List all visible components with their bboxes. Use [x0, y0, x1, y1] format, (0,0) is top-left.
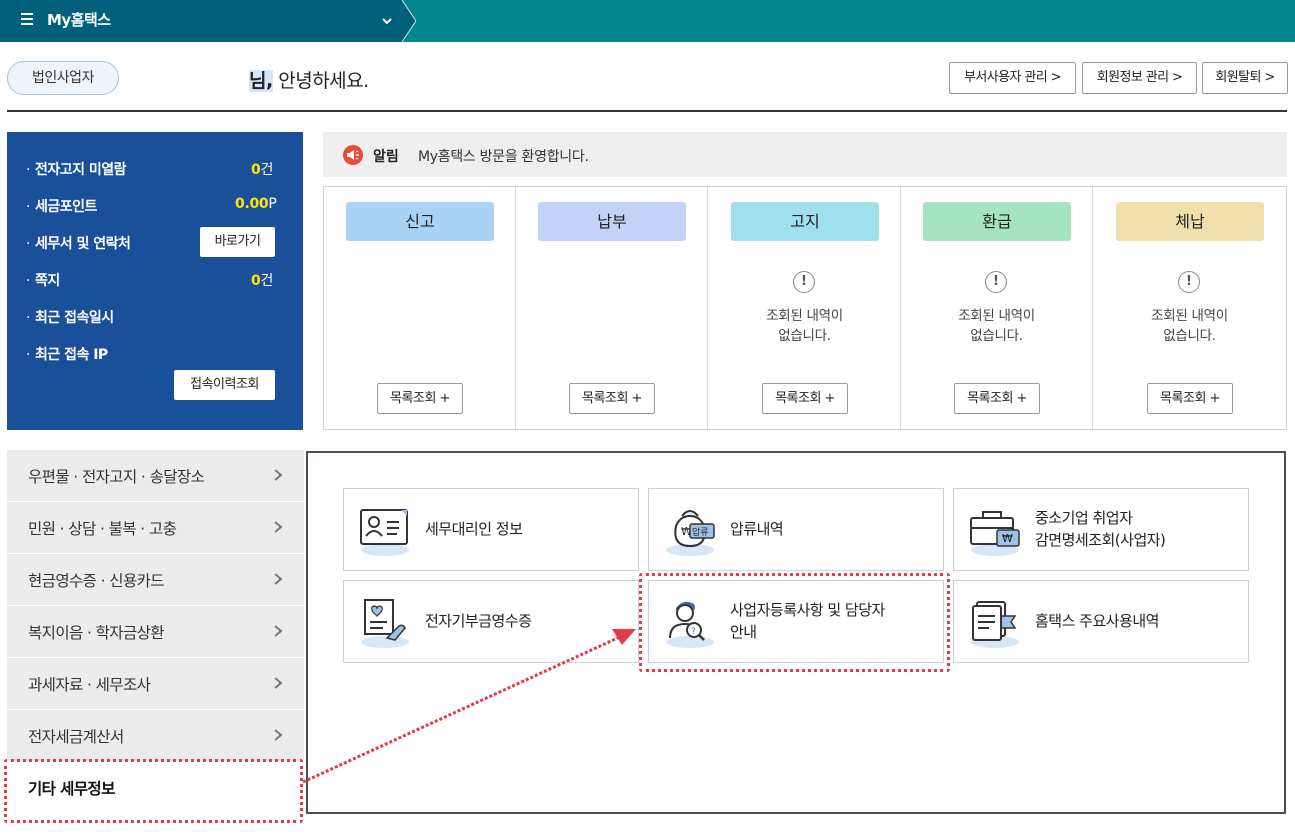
- card-sme-employment-reduction[interactable]: ₩ 중소기업 취업자 감면명세조회(사업자): [953, 488, 1249, 571]
- status-column-arrears: 체납 ! 조회된 내역이 없습니다. 목록조회 +: [1094, 187, 1286, 429]
- seizure-icon: ₩ 압류: [666, 510, 715, 556]
- status-header-arrears[interactable]: 체납: [1116, 202, 1264, 241]
- card-label: 전자기부금영수증: [425, 612, 532, 630]
- status-header-refund[interactable]: 환급: [923, 202, 1071, 241]
- corporate-business-badge: 법인사업자: [7, 61, 119, 95]
- employment-icon: ₩: [970, 511, 1020, 556]
- card-label-line1: 중소기업 취업자: [1035, 509, 1133, 527]
- list-view-button[interactable]: 목록조회 +: [1147, 383, 1233, 414]
- empty-message-line1: 조회된 내역이: [766, 308, 843, 324]
- last-login-ip-label: 최근 접속 IP: [26, 344, 108, 364]
- my-hometax-menu[interactable]: My홈택스: [0, 0, 402, 42]
- status-column-refund: 환급 ! 조회된 내역이 없습니다. 목록조회 +: [901, 187, 1093, 429]
- menu-item-cash-receipt[interactable]: 현금영수증 · 신용카드: [7, 554, 304, 606]
- svg-text:₩: ₩: [1002, 532, 1013, 545]
- status-column-payment: 납부 목록조회 +: [516, 187, 708, 429]
- withdraw-membership-button[interactable]: 회원탈퇴 >: [1202, 62, 1288, 94]
- chevron-down-icon[interactable]: [380, 14, 394, 28]
- svg-text:압류: 압류: [692, 526, 709, 538]
- top-nav-bar: My홈택스: [0, 0, 1295, 42]
- chevron-right-icon: [274, 677, 283, 689]
- exclamation-icon: !: [793, 271, 815, 293]
- unread-notice-count[interactable]: 0건: [251, 159, 273, 179]
- messages-count[interactable]: 0건: [251, 270, 273, 290]
- card-tax-agent-info[interactable]: 세무대리인 정보: [343, 488, 639, 571]
- exclamation-icon: !: [1178, 271, 1200, 293]
- donation-receipt-icon: [361, 599, 409, 648]
- empty-message-line1: 조회된 내역이: [958, 308, 1035, 324]
- usage-history-icon: [971, 601, 1019, 648]
- highlight-annotation-card: [639, 573, 950, 672]
- notice-label: 알림: [373, 149, 399, 165]
- card-label-line2: 감면명세조회(사업자): [1035, 531, 1166, 549]
- list-view-button[interactable]: 목록조회 +: [377, 383, 463, 414]
- department-user-manage-button[interactable]: 부서사용자 관리 >: [949, 62, 1076, 94]
- menu-item-mail-notice[interactable]: 우편물 · 전자고지 · 송달장소: [7, 450, 304, 502]
- empty-message-line2: 없습니다.: [1163, 328, 1216, 344]
- my-hometax-title[interactable]: My홈택스: [47, 9, 111, 30]
- go-to-tax-office-button[interactable]: 바로가기: [200, 227, 275, 257]
- exclamation-icon: !: [985, 271, 1007, 293]
- card-hometax-usage-history[interactable]: 홈택스 주요사용내역: [953, 580, 1249, 663]
- agent-info-icon: [360, 509, 409, 556]
- header-divider: [7, 110, 1287, 112]
- breadcrumb-separator-icon: [398, 0, 416, 42]
- status-header-payment[interactable]: 납부: [538, 202, 686, 241]
- menu-item-civil-petition[interactable]: 민원 · 상담 · 불복 · 고충: [7, 502, 304, 554]
- unread-notice-label: 전자고지 미열람: [26, 159, 127, 179]
- card-label: 세무대리인 정보: [425, 520, 523, 538]
- tax-point-label: 세금포인트: [26, 196, 97, 216]
- list-view-button[interactable]: 목록조회 +: [569, 383, 655, 414]
- chevron-right-icon: [274, 521, 283, 533]
- card-label: 압류내역: [730, 520, 784, 538]
- card-label: 홈택스 주요사용내역: [1035, 612, 1159, 630]
- megaphone-icon: [343, 145, 363, 165]
- messages-label: 쪽지: [26, 270, 60, 290]
- highlight-annotation-menu: [4, 759, 303, 823]
- notice-bar: 알림 My홈택스 방문을 환영합니다.: [323, 132, 1287, 177]
- last-login-time-label: 최근 접속일시: [26, 307, 114, 327]
- card-e-donation-receipt[interactable]: 전자기부금영수증: [343, 580, 639, 663]
- empty-message-line2: 없습니다.: [970, 328, 1023, 344]
- member-info-manage-button[interactable]: 회원정보 관리 >: [1082, 62, 1197, 94]
- account-summary-panel: 전자고지 미열람 0건 세금포인트 0.00P 세무서 및 연락처 바로가기 쪽…: [7, 132, 303, 430]
- status-header-filing[interactable]: 신고: [346, 202, 494, 241]
- list-view-button[interactable]: 목록조회 +: [954, 383, 1040, 414]
- hamburger-icon[interactable]: [21, 13, 33, 25]
- tax-point-value[interactable]: 0.00P: [235, 196, 277, 212]
- menu-item-welfare-loan[interactable]: 복지이음 · 학자금상환: [7, 606, 304, 658]
- tax-office-contact-label: 세무서 및 연락처: [26, 233, 131, 253]
- status-column-filing: 신고 목록조회 +: [324, 187, 516, 429]
- greeting: 님, 안녕하세요.: [249, 70, 369, 92]
- empty-message-line2: 없습니다.: [778, 328, 831, 344]
- empty-message-line1: 조회된 내역이: [1151, 308, 1228, 324]
- status-header-notice[interactable]: 고지: [731, 202, 879, 241]
- card-seizure-history[interactable]: ₩ 압류 압류내역: [648, 488, 944, 571]
- chevron-right-icon: [274, 573, 283, 585]
- status-column-notice: 고지 ! 조회된 내역이 없습니다. 목록조회 +: [709, 187, 901, 429]
- login-history-button[interactable]: 접속이력조회: [174, 370, 275, 400]
- list-view-button[interactable]: 목록조회 +: [762, 383, 848, 414]
- menu-item-e-tax-invoice[interactable]: 전자세금계산서: [7, 710, 304, 762]
- chevron-right-icon: [274, 625, 283, 637]
- chevron-right-icon: [274, 469, 283, 481]
- chevron-right-icon: [274, 729, 283, 741]
- notice-text: My홈택스 방문을 환영합니다.: [418, 149, 589, 165]
- tax-status-board: 신고 목록조회 + 납부 목록조회 + 고지 ! 조회된 내역이 없습니다. 목…: [323, 186, 1287, 430]
- menu-item-tax-data-audit[interactable]: 과세자료 · 세무조사: [7, 658, 304, 710]
